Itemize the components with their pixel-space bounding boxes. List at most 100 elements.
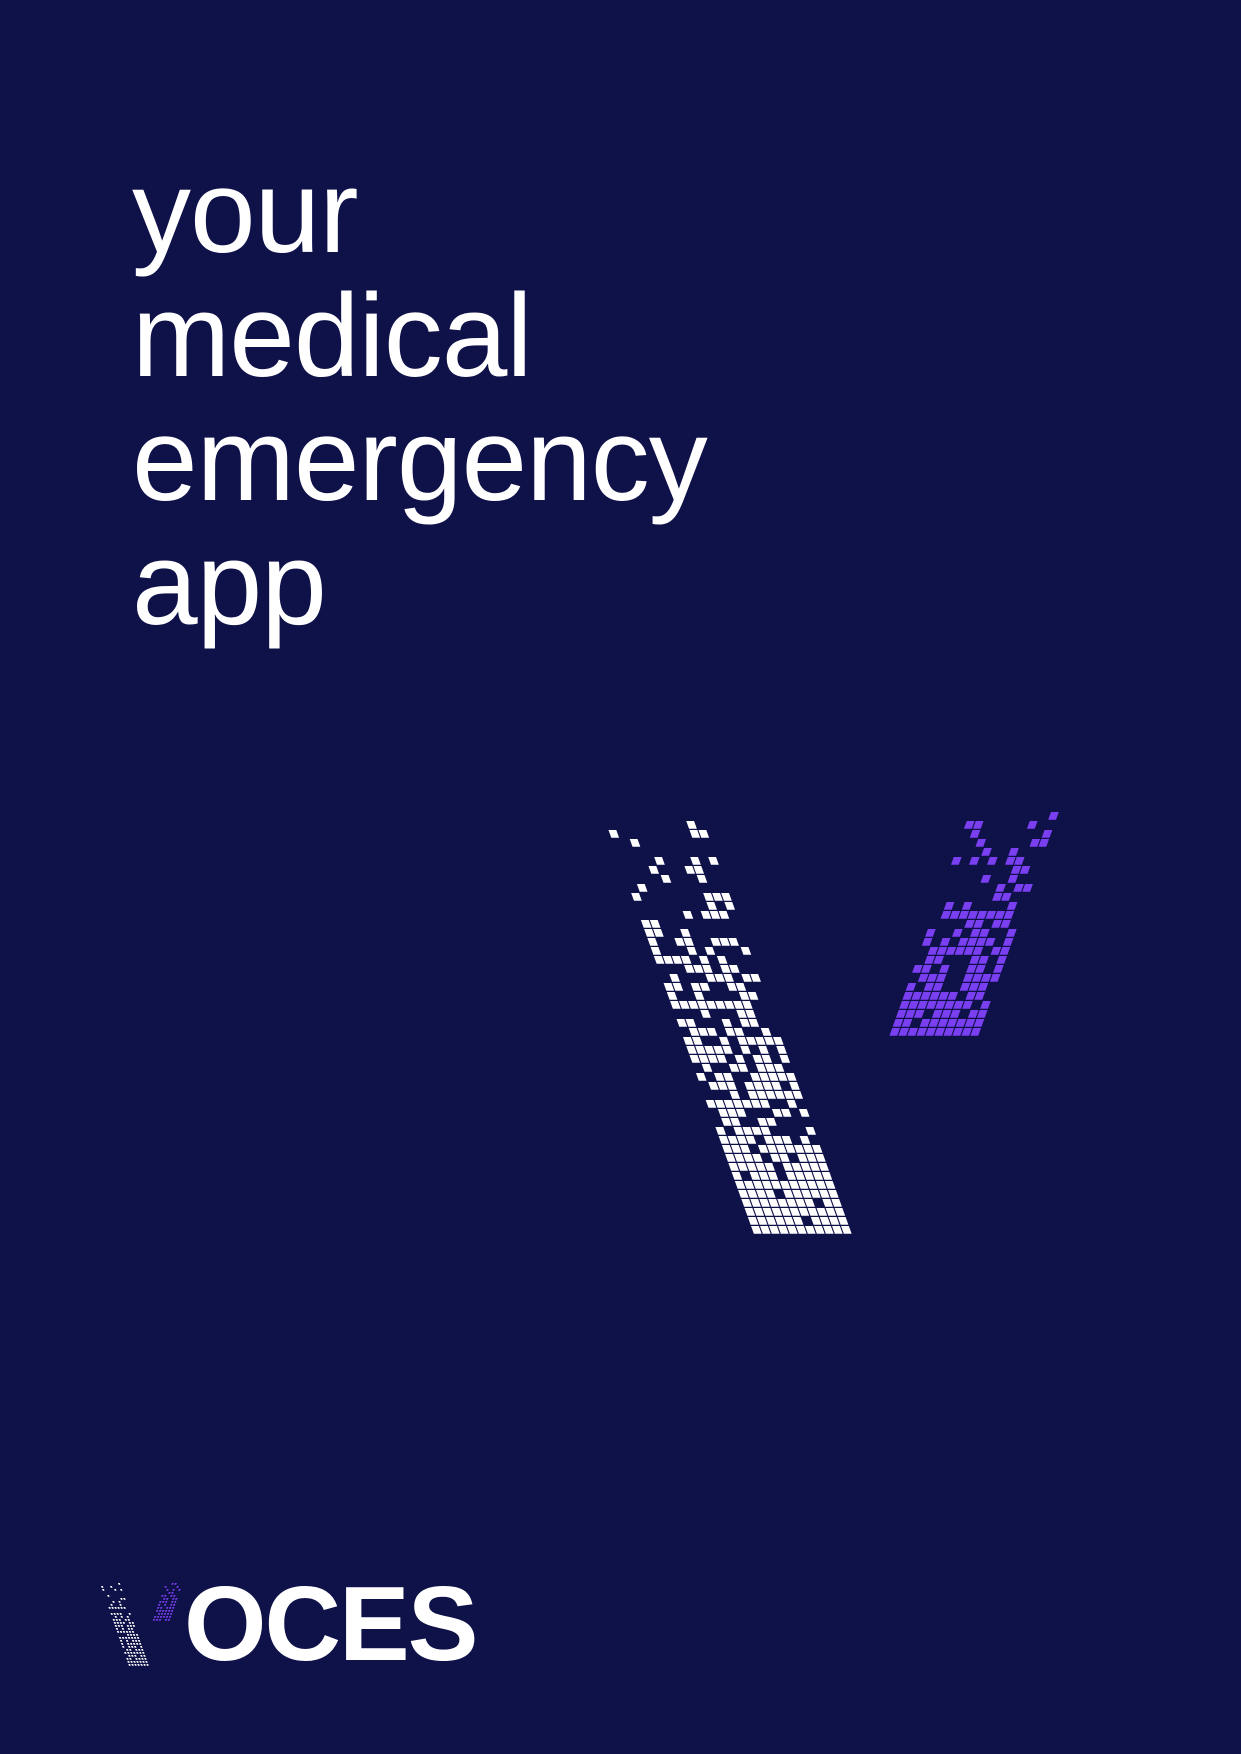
pixel-tile bbox=[174, 1583, 177, 1585]
pixel-tile bbox=[718, 1136, 730, 1144]
pixel-tile bbox=[943, 902, 955, 910]
pixel-tile bbox=[130, 1661, 133, 1663]
logo-v-right bbox=[152, 1583, 181, 1621]
pixel-tile bbox=[788, 1181, 800, 1189]
pixel-tile bbox=[729, 1091, 741, 1099]
pixel-tile bbox=[955, 1019, 967, 1027]
pixel-tile bbox=[705, 974, 716, 982]
pixel-tile bbox=[822, 1199, 833, 1207]
pixel-tile bbox=[112, 1619, 116, 1621]
pixel-tile bbox=[747, 1217, 759, 1225]
pixel-tile bbox=[774, 1091, 786, 1099]
pixel-tile bbox=[138, 1649, 141, 1651]
pixel-tile bbox=[927, 947, 939, 955]
pixel-tile bbox=[756, 1190, 767, 1198]
pixel-tile bbox=[919, 1019, 931, 1027]
pixel-tile bbox=[764, 1037, 775, 1045]
pixel-tile bbox=[648, 866, 660, 874]
pixel-tile bbox=[745, 1010, 756, 1018]
pixel-tile bbox=[715, 1127, 727, 1135]
pixel-tile bbox=[166, 1598, 169, 1600]
pixel-tile bbox=[712, 893, 723, 901]
pixel-tile bbox=[685, 1019, 697, 1027]
pixel-tile bbox=[142, 1661, 145, 1663]
pixel-tile bbox=[975, 839, 987, 847]
pixel-tile bbox=[771, 1208, 783, 1216]
pixel-tile bbox=[785, 1073, 797, 1081]
pixel-tile bbox=[120, 1598, 123, 1600]
pixel-tile bbox=[138, 1658, 141, 1660]
pixel-tile bbox=[139, 1652, 142, 1654]
pixel-tile bbox=[1010, 866, 1022, 874]
pixel-tile bbox=[787, 1226, 798, 1234]
pixel-tile bbox=[168, 1592, 171, 1594]
pixel-tile bbox=[797, 1154, 808, 1162]
pixel-tile bbox=[789, 1208, 801, 1216]
pixel-tile bbox=[170, 1610, 174, 1612]
pixel-tile bbox=[701, 1064, 713, 1072]
pixel-tile bbox=[905, 983, 917, 991]
pixel-tile bbox=[136, 1643, 139, 1645]
pixel-tile bbox=[925, 1028, 937, 1036]
pixel-tile bbox=[752, 1055, 764, 1063]
pixel-tile bbox=[158, 1619, 162, 1621]
pixel-tile bbox=[785, 1172, 797, 1180]
pixel-tile bbox=[700, 1010, 711, 1018]
pixel-tile bbox=[133, 1643, 136, 1645]
pixel-tile bbox=[979, 929, 990, 937]
pixel-tile bbox=[806, 1154, 817, 1162]
pixel-tile bbox=[734, 1154, 745, 1162]
pixel-tile bbox=[139, 1643, 142, 1645]
pixel-tile bbox=[989, 974, 1001, 982]
pixel-tile bbox=[796, 1226, 807, 1234]
pixel-tile bbox=[683, 1037, 694, 1045]
pixel-tile bbox=[980, 1001, 991, 1009]
logo-wordmark: OCES bbox=[184, 1565, 478, 1683]
pixel-tile bbox=[958, 911, 970, 919]
pixel-tile bbox=[976, 911, 988, 919]
pixel-tile bbox=[938, 992, 949, 1000]
headline-line-1: your bbox=[132, 146, 359, 278]
pixel-tile bbox=[933, 956, 944, 964]
pixel-tile bbox=[803, 1172, 815, 1180]
pixel-tile bbox=[724, 902, 736, 910]
pixel-tile bbox=[165, 1616, 169, 1618]
pixel-tile bbox=[760, 1127, 772, 1135]
pixel-tile bbox=[153, 1616, 157, 1618]
pixel-tile bbox=[128, 1655, 131, 1657]
pixel-tile bbox=[670, 1001, 681, 1009]
pixel-tile bbox=[176, 1586, 179, 1588]
pixel-tile bbox=[908, 1001, 919, 1009]
pixel-tile bbox=[110, 1586, 113, 1588]
pixel-tile bbox=[131, 1640, 135, 1642]
pixel-tile bbox=[114, 1616, 117, 1618]
pixel-tile bbox=[680, 929, 691, 937]
pixel-tile bbox=[127, 1637, 131, 1639]
pixel-tile bbox=[706, 902, 718, 910]
pixel-tile bbox=[756, 1091, 768, 1099]
pixel-tile bbox=[121, 1637, 125, 1639]
pixel-tile bbox=[995, 884, 1006, 892]
v-right-stroke bbox=[889, 812, 1059, 1036]
pixel-tile bbox=[892, 1019, 904, 1027]
pixel-tile bbox=[728, 938, 739, 946]
pixel-tile bbox=[743, 1181, 755, 1189]
pixel-tile bbox=[644, 929, 655, 937]
pixel-tile bbox=[735, 1109, 747, 1117]
pixel-tile bbox=[127, 1652, 130, 1654]
pixel-tile bbox=[735, 983, 747, 991]
pixel-tile bbox=[825, 1208, 837, 1216]
pixel-tile bbox=[779, 1181, 791, 1189]
pixel-tile bbox=[923, 983, 935, 991]
pixel-tile bbox=[1004, 857, 1016, 865]
pixel-tile bbox=[895, 1010, 907, 1018]
pixel-tile bbox=[702, 965, 713, 973]
pixel-tile bbox=[834, 1208, 846, 1216]
pixel-tile bbox=[129, 1634, 133, 1636]
pixel-tile bbox=[965, 992, 976, 1000]
pixel-tile bbox=[978, 956, 989, 964]
pixel-tile bbox=[973, 920, 984, 928]
pixel-tile bbox=[925, 929, 936, 937]
pixel-tile bbox=[794, 1172, 806, 1180]
pixel-tile bbox=[1013, 884, 1024, 892]
